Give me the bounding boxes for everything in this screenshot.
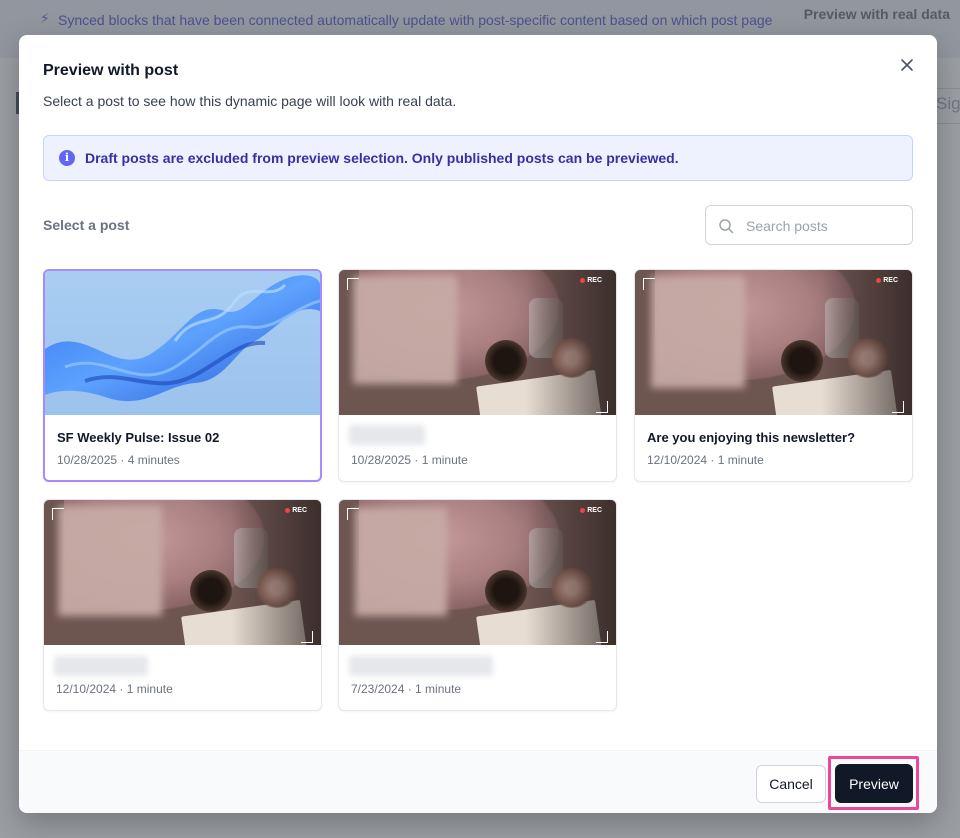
- post-thumbnail: REC: [635, 270, 912, 415]
- post-card-5[interactable]: REC 7/23/2024 · 1 minute: [338, 499, 617, 711]
- select-a-post-label: Select a post: [43, 217, 130, 233]
- post-thumbnail: REC: [339, 270, 616, 415]
- rec-label: REC: [285, 507, 307, 514]
- blurred-region: [651, 276, 745, 388]
- close-button[interactable]: [897, 55, 917, 75]
- cancel-button[interactable]: Cancel: [756, 765, 826, 803]
- dialog-footer: Cancel Preview: [19, 750, 937, 813]
- post-thumbnail: REC: [44, 500, 321, 645]
- post-card-2[interactable]: REC 10/28/2025 · 1 minute: [338, 269, 617, 482]
- post-meta: 12/10/2024 · 1 minute: [56, 682, 173, 696]
- cozy-photo-image: REC: [44, 500, 321, 645]
- blurred-region: [353, 276, 457, 384]
- redacted-post-title: [54, 656, 148, 676]
- search-icon: [719, 219, 734, 234]
- post-meta: 7/23/2024 · 1 minute: [351, 682, 462, 696]
- post-card-are-you-enjoying[interactable]: REC Are you enjoying this newsletter? 12…: [634, 269, 913, 482]
- rec-label: REC: [580, 277, 602, 284]
- post-title: SF Weekly Pulse: Issue 02: [57, 430, 220, 445]
- dialog-subtitle: Select a post to see how this dynamic pa…: [43, 93, 457, 109]
- cozy-photo-image: REC: [339, 500, 616, 645]
- draft-posts-info-banner: i Draft posts are excluded from preview …: [43, 135, 913, 181]
- info-icon: i: [59, 150, 75, 166]
- blurred-region: [355, 508, 447, 616]
- abstract-ribbon-image: [45, 275, 320, 402]
- info-banner-text: Draft posts are excluded from preview se…: [85, 150, 679, 166]
- post-thumbnail: REC: [339, 500, 616, 645]
- rec-label: REC: [876, 277, 898, 284]
- close-icon: [901, 59, 913, 71]
- search-posts-input[interactable]: [746, 215, 906, 237]
- post-card-4[interactable]: REC 12/10/2024 · 1 minute: [43, 499, 322, 711]
- dialog-title: Preview with post: [43, 62, 179, 79]
- preview-with-post-dialog: Preview with post Select a post to see h…: [19, 35, 937, 813]
- post-thumbnail: [45, 271, 320, 415]
- cozy-photo-image: REC: [339, 270, 616, 415]
- post-card-sf-weekly-pulse[interactable]: SF Weekly Pulse: Issue 02 10/28/2025 · 4…: [43, 269, 322, 482]
- post-meta: 12/10/2024 · 1 minute: [647, 453, 764, 467]
- post-meta: 10/28/2025 · 1 minute: [351, 453, 468, 467]
- search-posts-box[interactable]: [705, 205, 913, 245]
- blurred-region: [58, 506, 162, 616]
- redacted-post-title: [349, 656, 493, 676]
- redacted-post-title: [349, 425, 425, 445]
- cozy-photo-image: REC: [635, 270, 912, 415]
- preview-button[interactable]: Preview: [835, 764, 913, 803]
- post-title: Are you enjoying this newsletter?: [647, 430, 856, 445]
- post-meta: 10/28/2025 · 4 minutes: [57, 453, 180, 467]
- rec-label: REC: [580, 507, 602, 514]
